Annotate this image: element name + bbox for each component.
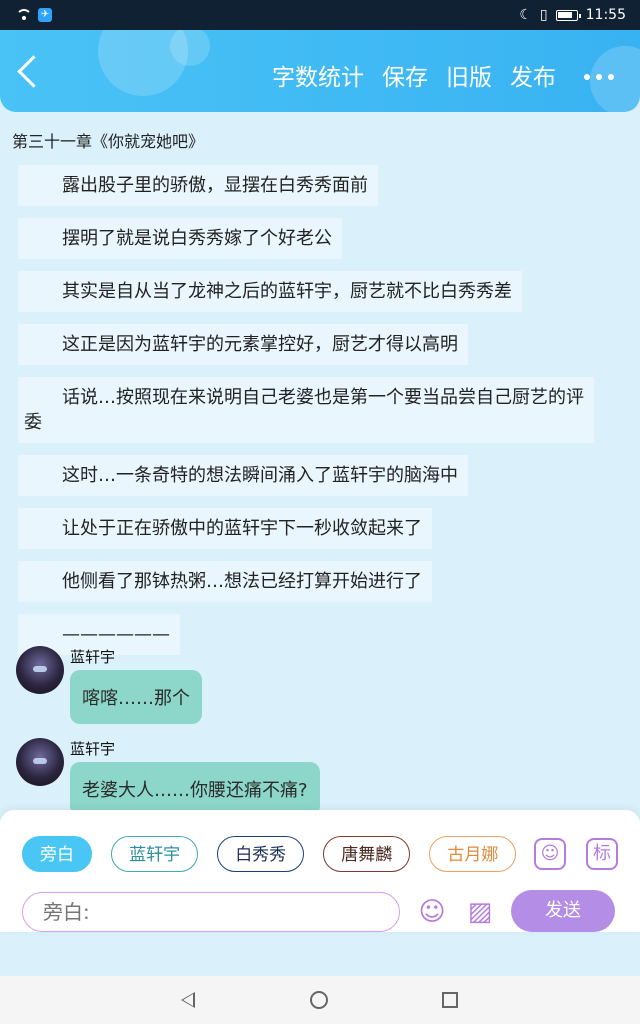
old-version-button[interactable]: 旧版 bbox=[446, 58, 492, 92]
speaker-name: 蓝轩宇 bbox=[70, 648, 116, 666]
system-nav-bar bbox=[0, 976, 640, 1024]
narration-item[interactable]: 让处于正在骄傲中的蓝轩宇下一秒收敛起来了 bbox=[18, 508, 432, 549]
send-button[interactable]: 发送 bbox=[511, 890, 615, 932]
narration-item[interactable]: 其实是自从当了龙神之后的蓝轩宇，厨艺就不比白秀秀差 bbox=[18, 271, 522, 312]
person-icon[interactable]: ☺ bbox=[534, 838, 566, 870]
battery-icon bbox=[555, 9, 581, 21]
message-bubble[interactable]: 老婆大人……你腰还痛不痛? bbox=[70, 762, 320, 816]
more-icon[interactable] bbox=[584, 74, 614, 80]
narration-item[interactable]: 这正是因为蓝轩宇的元素掌控好，厨艺才得以高明 bbox=[18, 324, 468, 365]
chip-character[interactable]: 唐舞麟 bbox=[323, 836, 411, 872]
clock: 11:55 bbox=[585, 7, 626, 23]
chip-character[interactable]: 古月娜 bbox=[429, 836, 516, 872]
speaker-name: 蓝轩宇 bbox=[70, 740, 116, 758]
avatar bbox=[16, 738, 64, 786]
moon-icon: ☾ bbox=[519, 7, 532, 23]
character-chips: 旁白 蓝轩宇 白秀秀 唐舞麟 古月娜 bbox=[22, 836, 516, 876]
status-bar: ✈ ☾ ▯ 11:55 bbox=[0, 0, 640, 30]
narration-item[interactable]: 这时…一条奇特的想法瞬间涌入了蓝轩宇的脑海中 bbox=[18, 455, 468, 496]
composer-panel: 旁白 蓝轩宇 白秀秀 唐舞麟 古月娜 ☺ 标 ☺ ▨ 发送 bbox=[0, 810, 640, 932]
chip-character[interactable]: 白秀秀 bbox=[217, 836, 305, 872]
tag-icon[interactable]: 标 bbox=[586, 838, 618, 870]
save-button[interactable]: 保存 bbox=[382, 58, 428, 92]
word-count-button[interactable]: 字数统计 bbox=[272, 58, 364, 92]
nav-recent-icon[interactable] bbox=[442, 992, 458, 1008]
nav-back-icon[interactable] bbox=[181, 992, 195, 1008]
message-bubble[interactable]: 喀喀……那个 bbox=[70, 670, 202, 724]
vibrate-icon: ▯ bbox=[539, 7, 548, 23]
back-icon[interactable] bbox=[17, 55, 50, 88]
app-badge-icon: ✈ bbox=[38, 8, 52, 22]
chapter-title: 第三十一章《你就宠她吧》 bbox=[12, 132, 205, 151]
narration-item[interactable]: 话说…按照现在来说明自己老婆也是第一个要当品尝自己厨艺的评委 bbox=[18, 377, 594, 443]
message-input[interactable] bbox=[22, 892, 400, 932]
narration-list: 露出股子里的骄傲，显摆在白秀秀面前 摆明了就是说白秀秀嫁了个好老公 其实是自从当… bbox=[18, 165, 624, 667]
wifi-icon bbox=[16, 9, 32, 21]
publish-button[interactable]: 发布 bbox=[510, 58, 556, 92]
image-icon[interactable]: ▨ bbox=[462, 894, 498, 930]
app-header: 字数统计 保存 旧版 发布 bbox=[0, 30, 640, 112]
avatar bbox=[16, 646, 64, 694]
chip-narrator[interactable]: 旁白 bbox=[22, 836, 92, 872]
header-actions: 字数统计 保存 旧版 发布 bbox=[272, 58, 556, 92]
chip-character[interactable]: 蓝轩宇 bbox=[111, 836, 199, 872]
narration-item[interactable]: 摆明了就是说白秀秀嫁了个好老公 bbox=[18, 218, 342, 259]
narration-item[interactable]: 他侧看了那钵热粥…想法已经打算开始进行了 bbox=[18, 561, 432, 602]
narration-item[interactable]: 露出股子里的骄傲，显摆在白秀秀面前 bbox=[18, 165, 378, 206]
emoji-icon[interactable]: ☺ bbox=[414, 894, 450, 930]
nav-home-icon[interactable] bbox=[310, 991, 328, 1009]
